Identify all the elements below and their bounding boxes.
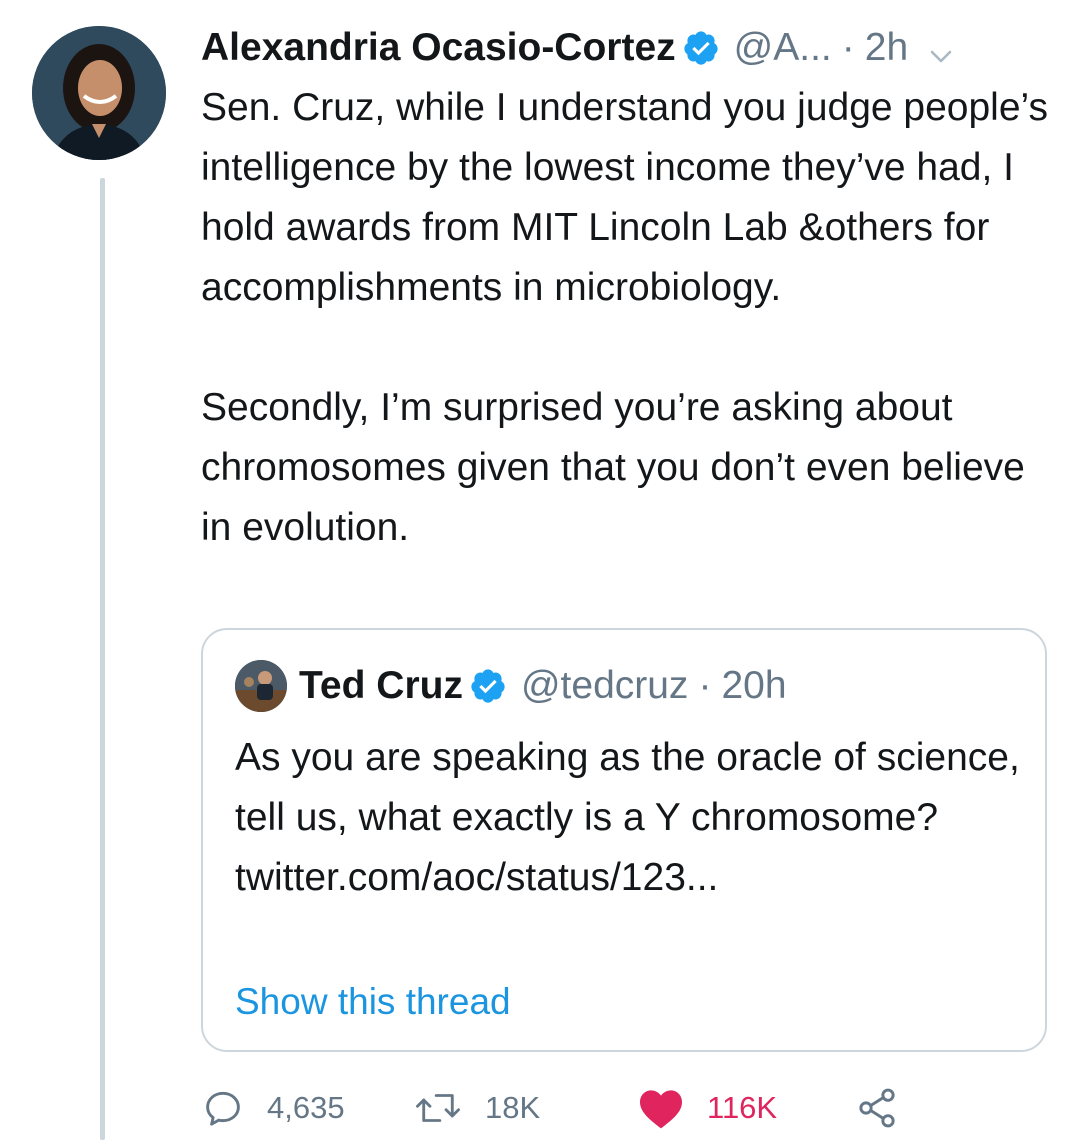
tweet-header: Alexandria Ocasio-Cortez @A... · 2h <box>201 22 956 74</box>
tweet-text: Sen. Cruz, while I understand you judge … <box>201 86 1048 549</box>
reply-button[interactable]: 4,635 <box>201 1080 345 1136</box>
retweet-icon <box>416 1094 460 1122</box>
thread-connector-line <box>100 178 105 1140</box>
verified-badge-icon <box>682 29 720 67</box>
quoted-author-avatar <box>235 660 287 712</box>
reply-icon <box>206 1091 240 1126</box>
verified-badge-icon <box>469 667 507 705</box>
quoted-tweet-text: As you are speaking as the oracle of sci… <box>235 736 1020 899</box>
like-button[interactable]: 116K <box>637 1080 777 1136</box>
quoted-author-handle[interactable]: @tedcruz <box>521 660 688 712</box>
author-avatar[interactable] <box>32 26 166 160</box>
retweet-button[interactable]: 18K <box>413 1080 540 1136</box>
header-separator: · <box>841 26 855 69</box>
share-button[interactable] <box>855 1080 921 1136</box>
author-handle[interactable]: @A... <box>734 22 832 74</box>
like-count: 116K <box>707 1090 778 1125</box>
reply-count: 4,635 <box>267 1090 345 1125</box>
heart-icon <box>640 1090 682 1129</box>
tweet-actions: 4,635 18K 116K <box>201 1080 1061 1136</box>
show-thread-link[interactable]: Show this thread <box>235 976 511 1028</box>
chevron-down-icon[interactable] <box>926 33 956 63</box>
retweet-count: 18K <box>485 1090 541 1125</box>
author-name[interactable]: Alexandria Ocasio-Cortez <box>201 22 676 74</box>
quoted-tweet-header: Ted Cruz @tedcruz · 20h <box>235 660 787 712</box>
quoted-tweet-card[interactable]: Ted Cruz @tedcruz · 20h As you are speak… <box>201 628 1047 1052</box>
quoted-author-name[interactable]: Ted Cruz <box>299 660 463 712</box>
tweet-time[interactable]: 2h <box>865 22 908 74</box>
quoted-header-separator: · <box>698 664 712 707</box>
quoted-tweet-time[interactable]: 20h <box>721 660 786 712</box>
share-icon <box>859 1088 895 1128</box>
